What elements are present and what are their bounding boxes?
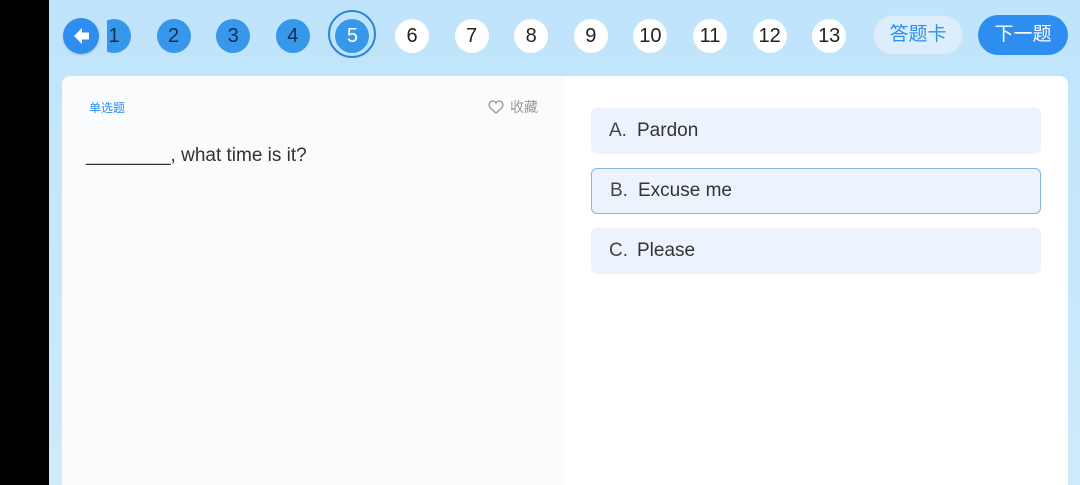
question-number-2[interactable]: 2 xyxy=(156,19,191,53)
question-number-strip: 1 2 3 4 5 6 7 8 9 10 11 12 13 xyxy=(107,0,859,74)
question-text: ________, what time is it? xyxy=(86,145,307,166)
option-text: Pardon xyxy=(637,120,699,141)
question-number-7[interactable]: 7 xyxy=(454,19,489,53)
answer-card-button[interactable]: 答题卡 xyxy=(873,15,963,55)
question-number-8[interactable]: 8 xyxy=(514,19,549,53)
question-number-13[interactable]: 13 xyxy=(812,19,847,53)
question-number-4[interactable]: 4 xyxy=(275,19,310,53)
app-screen: 1 2 3 4 5 6 7 8 9 10 11 12 13 答题卡 下一题 单选题 收藏 _______… xyxy=(49,0,1080,485)
question-number-1[interactable]: 1 xyxy=(107,19,131,53)
question-nav-bar: 1 2 3 4 5 6 7 8 9 10 11 12 13 答题卡 下一题 xyxy=(49,0,1080,74)
back-button[interactable] xyxy=(63,18,99,54)
question-type-label: 单选题 xyxy=(89,101,126,115)
question-number-6[interactable]: 6 xyxy=(395,19,429,53)
option-letter: C. xyxy=(609,240,628,261)
heart-icon xyxy=(488,100,504,114)
next-question-button[interactable]: 下一题 xyxy=(978,15,1068,55)
question-number-11[interactable]: 11 xyxy=(693,19,727,53)
question-number-9[interactable]: 9 xyxy=(573,19,608,53)
option-letter: B. xyxy=(610,180,628,201)
question-number-10[interactable]: 10 xyxy=(633,19,668,53)
question-number-12[interactable]: 12 xyxy=(752,19,787,53)
question-card: 单选题 收藏 ________, what time is it? A. Pard… xyxy=(62,76,1068,485)
option-c[interactable]: C. Please xyxy=(591,228,1041,274)
question-pane: 单选题 收藏 ________, what time is it? xyxy=(62,76,564,485)
arrow-left-icon xyxy=(74,28,89,44)
favorite-label: 收藏 xyxy=(510,99,538,115)
option-b[interactable]: B. Excuse me xyxy=(591,168,1041,214)
question-number-3[interactable]: 3 xyxy=(216,19,251,53)
option-text: Excuse me xyxy=(638,180,732,201)
option-a[interactable]: A. Pardon xyxy=(591,108,1041,154)
option-text: Please xyxy=(637,240,696,261)
favorite-button[interactable]: 收藏 xyxy=(488,97,538,117)
option-letter: A. xyxy=(609,120,627,141)
